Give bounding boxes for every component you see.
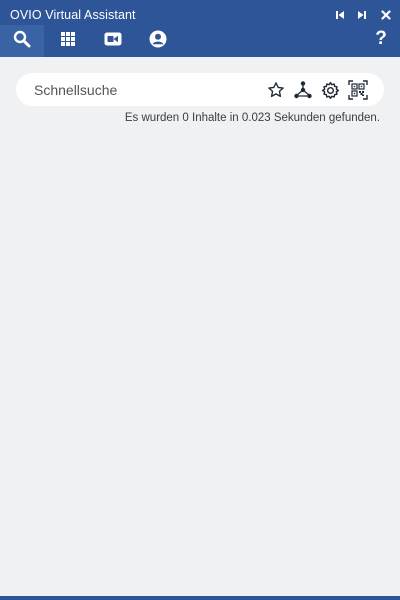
search-input[interactable] [34, 73, 264, 106]
gear-icon[interactable] [320, 80, 340, 100]
network-icon[interactable] [293, 80, 313, 100]
tab-profile[interactable] [136, 25, 180, 57]
grid-icon [60, 31, 76, 52]
qr-code-icon[interactable] [348, 80, 368, 100]
search-bar [16, 73, 384, 106]
user-circle-icon [149, 30, 167, 53]
tab-video[interactable] [91, 25, 135, 57]
title-bar: OVIO Virtual Assistant ? [0, 0, 400, 57]
app-title: OVIO Virtual Assistant [10, 8, 136, 22]
skip-forward-icon[interactable] [356, 9, 368, 21]
close-icon[interactable] [380, 9, 392, 21]
help-button[interactable]: ? [374, 29, 388, 49]
search-status-text: Es wurden 0 Inhalte in 0.023 Sekunden ge… [124, 112, 380, 124]
tab-apps[interactable] [46, 25, 90, 57]
search-icon [13, 30, 31, 53]
tab-search[interactable] [0, 25, 44, 57]
video-camera-icon [104, 32, 122, 51]
bottom-bar [0, 596, 400, 600]
star-icon[interactable] [266, 80, 286, 100]
skip-back-icon[interactable] [334, 9, 346, 21]
